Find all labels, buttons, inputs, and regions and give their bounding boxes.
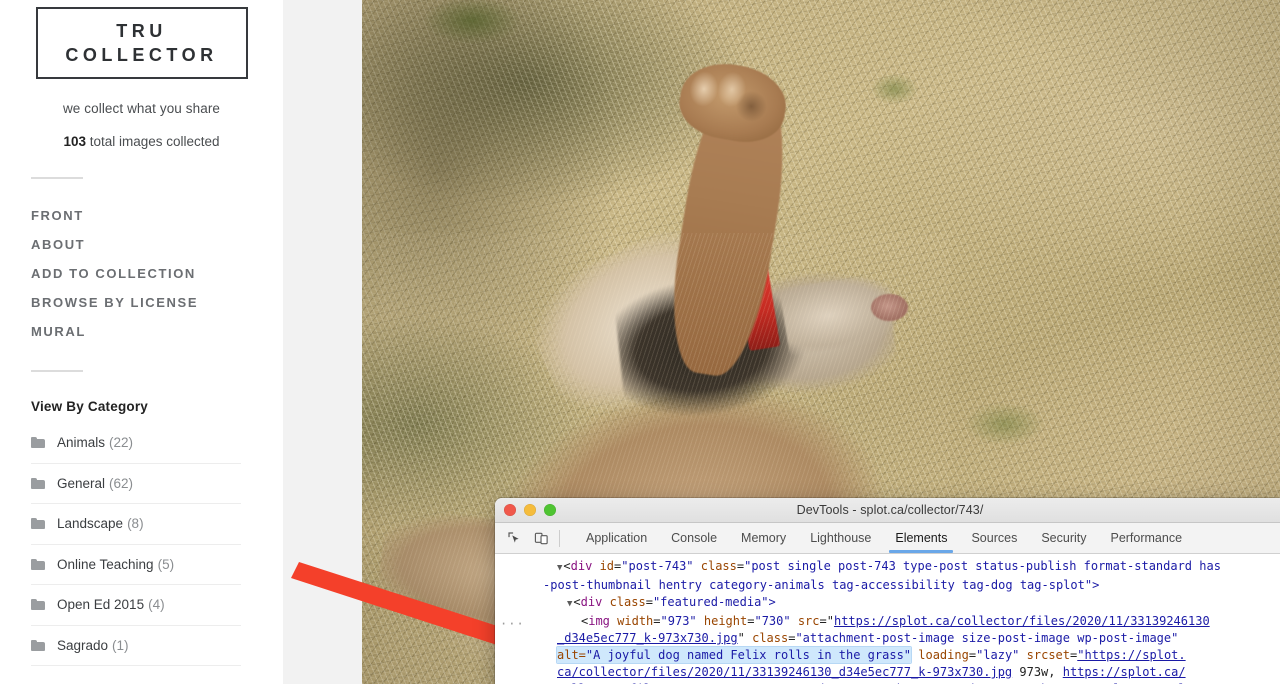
category-name: Online Teaching xyxy=(57,556,154,572)
dom-attr-src-value-part1[interactable]: https://splot.ca/collector/files/2020/11… xyxy=(834,614,1210,628)
dom-attr-class: class xyxy=(700,559,737,573)
dom-tag-name: div xyxy=(570,559,593,573)
nav-item-browse-by-license[interactable]: BROWSE BY LICENSE xyxy=(31,288,283,317)
category-count: (62) xyxy=(109,475,134,491)
folder-icon xyxy=(31,477,45,489)
category-count: (22) xyxy=(109,435,134,451)
tab-lighthouse[interactable]: Lighthouse xyxy=(798,523,883,553)
devtools-tool-icons xyxy=(500,523,574,553)
dom-img-srcset-line2: ca/collector/files/2020/11/33139246130_d… xyxy=(495,664,1280,681)
logo-line-1: TRU xyxy=(116,21,167,41)
category-name: General xyxy=(57,475,106,491)
category-list: Animals (22) General (62) Landscape (8) … xyxy=(0,423,283,666)
dom-attr-alt-value: "A joyful dog named Felix rolls in the g… xyxy=(585,648,912,662)
category-heading: View By Category xyxy=(31,399,148,414)
list-item[interactable]: Open Ed 2015 (4) xyxy=(31,585,241,626)
dom-attr-class: class xyxy=(609,595,646,609)
dom-node-post-div-wrap: -post-thumbnail hentry category-animals … xyxy=(495,577,1280,594)
dom-img-src-continued: _d34e5ec777_k-973x730.jpg" class="attach… xyxy=(557,631,1179,645)
dom-attr-loading: loading xyxy=(918,648,969,662)
dom-attr-class-value: "featured-media"> xyxy=(652,595,776,609)
logo-line-2: COLLECTOR xyxy=(65,45,218,65)
nav-item-about[interactable]: ABOUT xyxy=(31,230,283,259)
image-count-label: total images collected xyxy=(85,134,220,149)
dom-img-alt-line[interactable]: alt="A joyful dog named Felix rolls in t… xyxy=(495,647,1280,664)
dom-node-featured-media[interactable]: ▼<div class="featured-media"> xyxy=(495,594,1280,613)
category-name: Animals xyxy=(57,435,106,451)
device-toolbar-icon[interactable] xyxy=(530,527,552,549)
folder-icon xyxy=(31,599,45,611)
dom-attr-srcset-value-part2[interactable]: ca/collector/files/2020/11/33139246130_d… xyxy=(557,665,1012,679)
tab-security[interactable]: Security xyxy=(1029,523,1098,553)
list-item[interactable]: Animals (22) xyxy=(31,423,241,464)
srcset-width-1: 973w, xyxy=(1012,665,1063,679)
folder-icon xyxy=(31,437,45,449)
dom-attr-id: id xyxy=(599,559,615,573)
expand-triangle-icon[interactable]: ▼ xyxy=(567,599,572,609)
category-name: Landscape xyxy=(57,516,124,532)
site-tagline: we collect what you share xyxy=(62,101,221,116)
dom-attr-width-value: "973" xyxy=(660,614,697,628)
category-name: Open Ed 2015 xyxy=(57,597,145,613)
selected-alt-attribute[interactable]: alt="A joyful dog named Felix rolls in t… xyxy=(557,647,912,663)
category-count: (4) xyxy=(148,597,165,613)
screenshot-root: TRU COLLECTOR we collect what you share … xyxy=(0,0,1280,684)
list-item[interactable]: Sagrado (1) xyxy=(31,626,241,666)
dom-attr-id-value: "post-743" xyxy=(621,559,694,573)
folder-icon xyxy=(31,639,45,651)
nav-item-front[interactable]: FRONT xyxy=(31,201,283,230)
toolbar-separator xyxy=(559,529,560,547)
devtools-titlebar[interactable]: DevTools - splot.ca/collector/743/ xyxy=(495,498,1280,523)
dom-attr-class-value: "attachment-post-image size-post-image w… xyxy=(795,631,1179,645)
dom-tag-name: div xyxy=(580,595,603,609)
list-item[interactable]: General (62) xyxy=(31,464,241,504)
tab-performance[interactable]: Performance xyxy=(1098,523,1194,553)
dom-attr-alt: alt= xyxy=(557,648,586,662)
dom-attr-src-value-part2[interactable]: _d34e5ec777_k-973x730.jpg xyxy=(557,631,738,645)
tab-console[interactable]: Console xyxy=(659,523,729,553)
dom-attr-class-value-part1: "post single post-743 type-post status-p… xyxy=(744,559,1221,573)
site-logo[interactable]: TRU COLLECTOR xyxy=(35,7,248,79)
category-name: Sagrado xyxy=(57,637,109,653)
nav-item-mural[interactable]: MURAL xyxy=(31,317,283,346)
dom-attr-height: height xyxy=(703,614,748,628)
image-count-number: 103 xyxy=(63,134,86,149)
dom-tag-name: img xyxy=(588,614,610,628)
tab-sources[interactable]: Sources xyxy=(959,523,1029,553)
tab-elements[interactable]: Elements xyxy=(883,523,959,553)
devtools-tabbar: Application Console Memory Lighthouse El… xyxy=(495,523,1280,554)
nav-item-add-to-collection[interactable]: ADD TO COLLECTION xyxy=(31,259,283,288)
inspect-element-icon[interactable] xyxy=(503,527,525,549)
dom-attr-height-value: "730" xyxy=(754,614,791,628)
tab-application[interactable]: Application xyxy=(574,523,659,553)
dom-attr-loading-value: "lazy" xyxy=(976,648,1020,662)
dom-attr-srcset-value-part3[interactable]: https://splot.ca/ xyxy=(1063,665,1186,679)
list-item[interactable]: Online Teaching (5) xyxy=(31,545,241,585)
list-item[interactable]: Landscape (8) xyxy=(31,504,241,545)
folder-icon xyxy=(31,558,45,570)
dom-attr-class-value-part2: -post-thumbnail hentry category-animals … xyxy=(543,578,1100,592)
divider-top xyxy=(31,177,83,179)
expand-triangle-icon[interactable]: ▼ xyxy=(557,563,562,573)
category-count: (5) xyxy=(157,556,175,572)
category-count: (1) xyxy=(112,637,129,653)
dom-truncation-ellipsis: ··· xyxy=(500,617,525,631)
divider-bottom xyxy=(31,370,83,372)
image-count: 103 total images collected xyxy=(0,133,283,150)
main-navigation: FRONT ABOUT ADD TO COLLECTION BROWSE BY … xyxy=(0,201,283,346)
site-sidebar: TRU COLLECTOR we collect what you share … xyxy=(0,0,283,684)
dom-node-img[interactable]: <img width="973" height="730" src="https… xyxy=(495,613,1280,630)
dom-attr-srcset: srcset xyxy=(1026,648,1071,662)
dom-attr-src: src xyxy=(797,614,820,628)
dom-attr-srcset-value-part1[interactable]: "https://splot. xyxy=(1077,648,1185,662)
folder-icon xyxy=(31,518,45,530)
window-title: DevTools - splot.ca/collector/743/ xyxy=(796,503,984,517)
category-count: (8) xyxy=(127,516,144,532)
dom-node-post-div[interactable]: ▼<div id="post-743" class="post single p… xyxy=(495,558,1280,577)
dom-attr-width: width xyxy=(617,614,654,628)
dom-tree-panel[interactable]: ▼<div id="post-743" class="post single p… xyxy=(495,554,1280,684)
dom-attr-class: class xyxy=(752,631,789,645)
devtools-window: DevTools - splot.ca/collector/743/ Appli… xyxy=(495,498,1280,684)
tab-memory[interactable]: Memory xyxy=(729,523,798,553)
